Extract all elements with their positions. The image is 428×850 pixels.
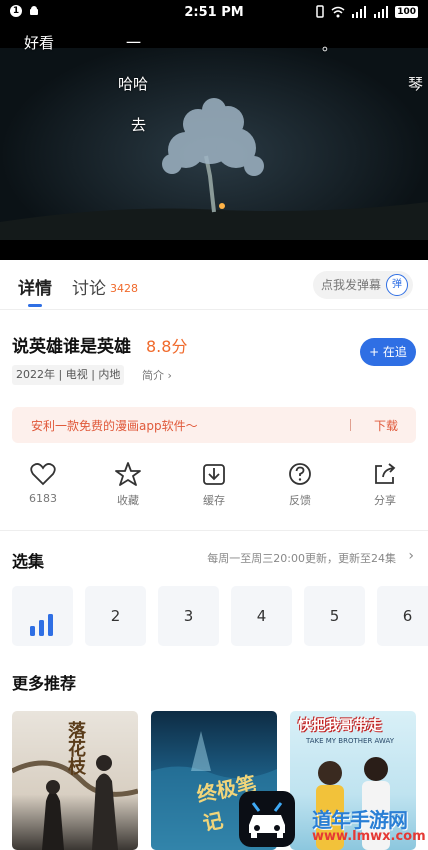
danmaku-comment: 好看 — [24, 34, 55, 52]
poster-title: 落花枝 — [65, 721, 86, 775]
cache-label: 缓存 — [203, 494, 225, 507]
tab-detail[interactable]: 详情 — [18, 274, 52, 299]
signal-icon-2 — [374, 5, 389, 18]
cache-button[interactable]: 缓存 — [184, 462, 244, 508]
follow-button[interactable]: + 在追 — [360, 338, 416, 366]
discuss-count: 3428 — [110, 282, 138, 295]
danmaku-comment: 一 — [126, 34, 142, 52]
show-meta: 2022年 | 电视 | 内地 — [12, 365, 125, 385]
episode-item[interactable]: 6 — [377, 586, 428, 646]
episode-item[interactable]: 2 — [85, 586, 146, 646]
status-bar: 1 2:51 PM 100 — [0, 0, 428, 26]
signal-icon — [352, 5, 367, 18]
section-divider — [0, 530, 428, 531]
promo-download-button[interactable]: 下载 — [374, 417, 398, 434]
feedback-label: 反馈 — [289, 494, 311, 507]
danmaku-comment: 。 — [322, 36, 338, 54]
collect-label: 收藏 — [117, 494, 139, 507]
intro-link[interactable]: 简介 › — [142, 367, 172, 383]
watermark-url: www.lmwx.com — [312, 829, 426, 844]
promo-divider — [350, 419, 351, 431]
share-button[interactable]: 分享 — [355, 462, 415, 508]
episode-update-info[interactable]: 每周一至周三20:00更新，更新至24集 — [207, 550, 396, 566]
danmaku-comment: 琴 — [408, 75, 424, 93]
tabs-bar: 详情 讨论 3428 点我发弹幕 弹 — [0, 260, 428, 310]
playing-bars-icon — [30, 614, 53, 636]
video-frame — [0, 26, 428, 260]
like-button[interactable]: 6183 — [13, 462, 73, 505]
danmaku-comment: 哈哈 — [118, 75, 149, 93]
episode-item[interactable]: 5 — [304, 586, 365, 646]
chevron-right-icon[interactable]: › — [408, 548, 414, 564]
show-score: 8.8分 — [146, 337, 188, 356]
collect-button[interactable]: 收藏 — [98, 462, 158, 508]
heart-icon — [30, 463, 56, 486]
episodes-title: 选集 — [12, 552, 45, 571]
battery-icon: 100 — [395, 5, 418, 18]
feedback-button[interactable]: 反馈 — [270, 462, 330, 508]
question-icon — [289, 463, 311, 485]
star-icon — [115, 462, 141, 486]
wifi-icon — [331, 6, 345, 17]
danmaku-comment: 去 — [131, 116, 147, 134]
episode-item[interactable]: 4 — [231, 586, 292, 646]
car-logo-icon — [249, 802, 285, 838]
share-label: 分享 — [374, 494, 396, 507]
app-logo — [239, 791, 295, 847]
share-icon — [375, 463, 396, 484]
episode-item[interactable]: 3 — [158, 586, 219, 646]
episode-playing[interactable] — [12, 586, 73, 646]
promo-banner[interactable]: 安利一款免费的漫画app软件〜 下载 — [12, 407, 416, 443]
promo-text: 安利一款免费的漫画app软件〜 — [31, 419, 198, 433]
show-title: 说英雄谁是英雄 — [12, 337, 131, 357]
vibrate-icon — [316, 5, 324, 18]
danmaku-toggle-icon[interactable]: 弹 — [386, 274, 408, 296]
recommend-title: 更多推荐 — [12, 674, 77, 693]
tab-active-indicator — [28, 304, 42, 307]
poster-card[interactable]: 落花枝 — [12, 711, 138, 850]
video-player[interactable]: 好看 一 。 哈哈 琴 去 — [0, 26, 428, 260]
download-icon — [203, 464, 225, 485]
tab-discuss[interactable]: 讨论 — [72, 274, 106, 299]
like-count: 6183 — [29, 492, 57, 505]
